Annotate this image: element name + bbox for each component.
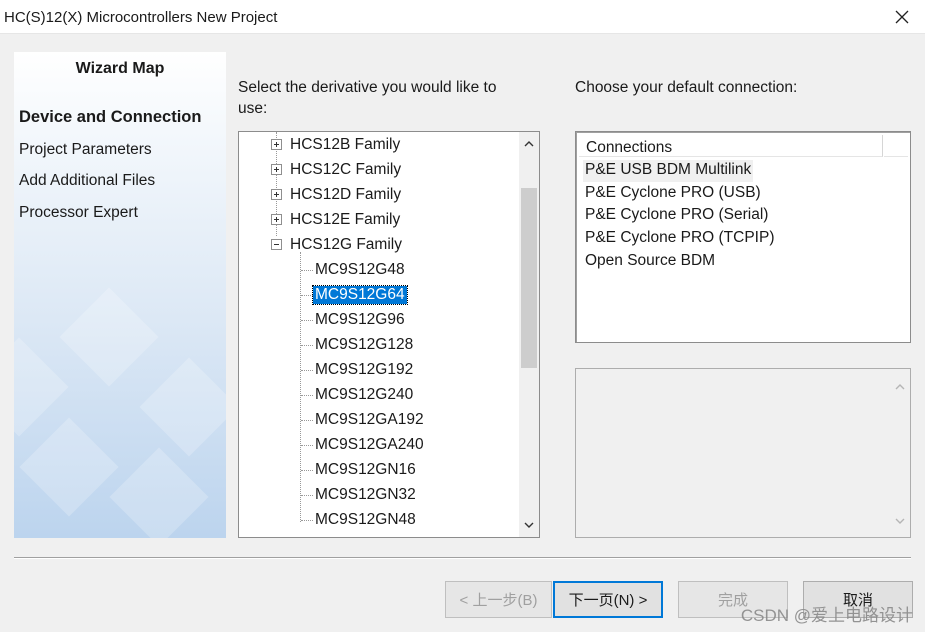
description-box <box>575 368 911 538</box>
window-title: HC(S)12(X) Microcontrollers New Project <box>4 9 278 26</box>
expand-icon[interactable] <box>271 139 282 150</box>
decor-shape <box>109 447 209 538</box>
device-label: MC9S12G128 <box>315 336 414 353</box>
tree-node-device[interactable]: MC9S12G48 <box>239 259 519 281</box>
tree-node-family[interactable]: HCS12C Family <box>239 159 519 181</box>
divider <box>14 557 911 559</box>
decor-shape <box>59 287 159 387</box>
family-label: HCS12D Family <box>290 186 402 203</box>
tree-node-device[interactable]: MC9S12G192 <box>239 359 519 381</box>
device-label: MC9S12GN16 <box>315 461 416 478</box>
tree-node-device[interactable]: MC9S12GN48 <box>239 509 519 531</box>
device-label: MC9S12G192 <box>315 361 414 378</box>
tree-scrollbar[interactable] <box>519 132 539 537</box>
scroll-down-icon <box>895 511 905 529</box>
expand-icon[interactable] <box>271 214 282 225</box>
device-label: MC9S12G240 <box>315 386 414 403</box>
expand-icon[interactable] <box>271 164 282 175</box>
tree-node-device[interactable]: MC9S12G128 <box>239 334 519 356</box>
family-label: HCS12G Family <box>290 236 402 253</box>
connection-item[interactable]: P&E Cyclone PRO (USB) <box>583 183 763 205</box>
scroll-up-icon[interactable] <box>519 134 539 154</box>
expand-icon[interactable] <box>271 189 282 200</box>
tree-node-device[interactable]: MC9S12GN32 <box>239 484 519 506</box>
connections-column-header[interactable]: Connections <box>579 135 883 157</box>
watermark: CSDN @爱上电路设计 <box>740 606 913 625</box>
wizard-step-additional-files: Add Additional Files <box>19 172 156 189</box>
close-icon[interactable] <box>879 0 925 34</box>
wizard-map-title: Wizard Map <box>75 60 165 77</box>
family-label: HCS12E Family <box>290 211 401 228</box>
connection-item[interactable]: Open Source BDM <box>583 251 717 273</box>
wizard-step-device-connection: Device and Connection <box>19 108 202 126</box>
scroll-thumb[interactable] <box>521 188 537 368</box>
scroll-up-icon <box>895 377 905 395</box>
tree-node-device[interactable]: MC9S12GN16 <box>239 459 519 481</box>
tree-node-device[interactable]: MC9S12G240 <box>239 384 519 406</box>
device-label: MC9S12GN32 <box>315 486 416 503</box>
tree-node-family[interactable]: HCS12D Family <box>239 184 519 206</box>
decor-shape <box>19 417 119 517</box>
collapse-icon[interactable] <box>271 239 282 250</box>
tree-node-family[interactable]: HCS12G Family <box>239 234 519 256</box>
device-label: MC9S12G96 <box>315 311 405 328</box>
family-label: HCS12C Family <box>290 161 402 178</box>
next-button[interactable]: 下一页(N) > <box>553 581 663 618</box>
tree-node-family[interactable]: HCS12B Family <box>239 134 519 156</box>
title-bar: HC(S)12(X) Microcontrollers New Project <box>0 0 925 34</box>
connection-item[interactable]: P&E Cyclone PRO (TCPIP) <box>583 228 777 250</box>
connection-item-selected[interactable]: P&E USB BDM Multilink <box>583 160 754 182</box>
device-label: MC9S12GA192 <box>315 411 424 428</box>
wizard-step-project-parameters: Project Parameters <box>19 141 152 158</box>
decor-shape <box>14 337 69 437</box>
device-label: MC9S12G64 <box>312 285 408 305</box>
tree-node-device[interactable]: MC9S12GA240 <box>239 434 519 456</box>
back-button[interactable]: < 上一步(B) <box>445 581 552 618</box>
connection-label: Choose your default connection: <box>575 79 798 96</box>
derivative-tree[interactable]: HCS12B Family HCS12C Family HCS12D Famil… <box>238 131 540 538</box>
device-label: MC9S12GN48 <box>315 511 416 528</box>
tree-node-device-selected[interactable]: MC9S12G64 <box>239 284 519 306</box>
connection-item[interactable]: P&E Cyclone PRO (Serial) <box>583 205 770 227</box>
wizard-map-panel: Wizard Map Device and Connection Project… <box>14 52 226 538</box>
column-header-filler <box>884 135 908 157</box>
tree-node-device[interactable]: MC9S12G96 <box>239 309 519 331</box>
description-scrollbar <box>890 369 910 537</box>
scroll-down-icon[interactable] <box>519 515 539 535</box>
family-label: HCS12B Family <box>290 136 401 153</box>
decor-shape <box>139 357 226 457</box>
derivative-label: Select the derivative you would like to … <box>238 79 497 117</box>
device-label: MC9S12GA240 <box>315 436 424 453</box>
connections-list[interactable]: Connections P&E USB BDM Multilink P&E Cy… <box>575 131 911 343</box>
device-label: MC9S12G48 <box>315 261 405 278</box>
wizard-step-processor-expert: Processor Expert <box>19 204 138 221</box>
tree-node-device[interactable]: MC9S12GA192 <box>239 409 519 431</box>
tree-node-family[interactable]: HCS12E Family <box>239 209 519 231</box>
